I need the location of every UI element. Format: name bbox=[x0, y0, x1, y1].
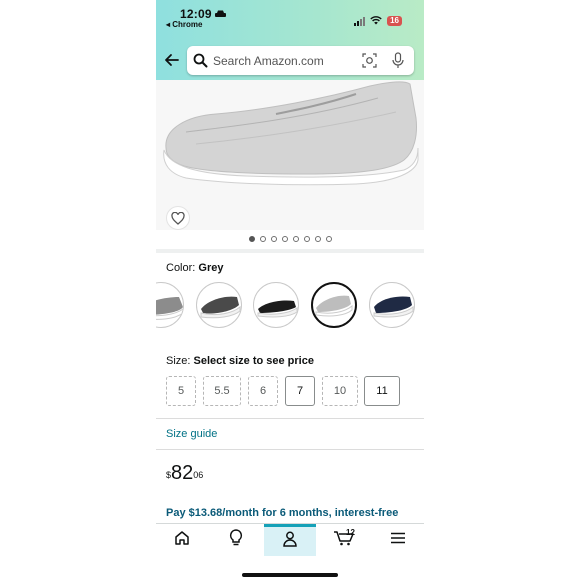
pagination-dot[interactable] bbox=[281, 236, 288, 242]
status-time: 12:09 bbox=[180, 7, 227, 21]
section-divider bbox=[156, 249, 424, 253]
image-pagination[interactable] bbox=[156, 236, 424, 242]
size-label-text: Size: bbox=[166, 355, 194, 367]
bottom-navigation: 12 bbox=[156, 523, 424, 580]
search-input[interactable] bbox=[213, 46, 353, 75]
color-label-text: Color: bbox=[166, 262, 199, 274]
price-currency: $ bbox=[166, 470, 172, 480]
hamburger-menu-icon bbox=[390, 531, 406, 549]
camera-search-icon[interactable] bbox=[362, 53, 377, 68]
wifi-icon bbox=[370, 12, 382, 30]
back-to-app-link[interactable]: ◂ Chrome bbox=[166, 20, 202, 29]
pagination-dot[interactable] bbox=[314, 236, 321, 242]
cart-count: 12 bbox=[346, 528, 355, 537]
pagination-dot[interactable] bbox=[270, 236, 277, 242]
pagination-dot[interactable] bbox=[303, 236, 310, 242]
car-icon bbox=[215, 7, 227, 21]
color-swatch-heather[interactable] bbox=[156, 282, 184, 328]
phone-screen: 12:09 ◂ Chrome 16 Search Amazon.com Colo… bbox=[156, 0, 424, 580]
color-label: Color: Grey bbox=[166, 262, 223, 274]
size-option-7[interactable]: 7 bbox=[285, 376, 315, 406]
size-guide-link[interactable]: Size guide bbox=[166, 428, 217, 440]
size-options: 5 5.5 6 7 10 11 bbox=[166, 376, 416, 408]
search-icon bbox=[193, 53, 208, 68]
color-swatch-charcoal[interactable] bbox=[196, 282, 242, 328]
signal-icon bbox=[354, 16, 366, 26]
shoe-image bbox=[156, 80, 424, 230]
status-indicators: 16 bbox=[354, 12, 402, 30]
divider bbox=[156, 449, 424, 450]
clock: 12:09 bbox=[180, 7, 212, 21]
color-swatch-grey-selected[interactable] bbox=[311, 282, 357, 328]
nav-account[interactable] bbox=[264, 524, 316, 556]
divider bbox=[156, 418, 424, 419]
pagination-dot[interactable] bbox=[248, 236, 255, 242]
nav-home[interactable] bbox=[156, 524, 208, 556]
size-option-11[interactable]: 11 bbox=[364, 376, 400, 406]
home-indicator bbox=[242, 573, 338, 577]
pagination-dot[interactable] bbox=[292, 236, 299, 242]
pagination-dot[interactable] bbox=[325, 236, 332, 242]
person-icon bbox=[283, 531, 297, 552]
size-option-5[interactable]: 5 bbox=[166, 376, 196, 406]
size-option-10[interactable]: 10 bbox=[322, 376, 358, 406]
size-instruction: Select size to see price bbox=[193, 355, 314, 367]
price-whole: 82 bbox=[171, 462, 194, 484]
nav-inspire[interactable] bbox=[210, 524, 262, 556]
product-image[interactable] bbox=[156, 80, 424, 230]
battery-indicator: 16 bbox=[387, 16, 402, 26]
back-arrow-icon[interactable] bbox=[162, 50, 182, 70]
microphone-icon[interactable] bbox=[391, 52, 405, 69]
color-swatches bbox=[156, 282, 424, 330]
size-option-5-5[interactable]: 5.5 bbox=[203, 376, 241, 406]
lightbulb-icon bbox=[229, 528, 243, 552]
wishlist-heart-icon[interactable] bbox=[166, 206, 190, 230]
promo-amount: $13.68/month for 6 months bbox=[188, 507, 329, 519]
price-fraction: 06 bbox=[193, 470, 204, 480]
color-swatch-black[interactable] bbox=[253, 282, 299, 328]
nav-cart[interactable]: 12 bbox=[318, 524, 370, 556]
promo-prefix: Pay bbox=[166, 507, 189, 519]
price: $8206 bbox=[166, 462, 203, 484]
pagination-dot[interactable] bbox=[259, 236, 266, 242]
selected-color: Grey bbox=[198, 262, 224, 274]
nav-menu[interactable] bbox=[372, 524, 424, 556]
search-bar[interactable] bbox=[187, 46, 414, 75]
color-swatch-navy[interactable] bbox=[369, 282, 415, 328]
size-option-6[interactable]: 6 bbox=[248, 376, 278, 406]
home-icon bbox=[174, 530, 190, 551]
size-label: Size: Select size to see price bbox=[166, 355, 314, 367]
app-header: 12:09 ◂ Chrome 16 bbox=[156, 0, 424, 80]
